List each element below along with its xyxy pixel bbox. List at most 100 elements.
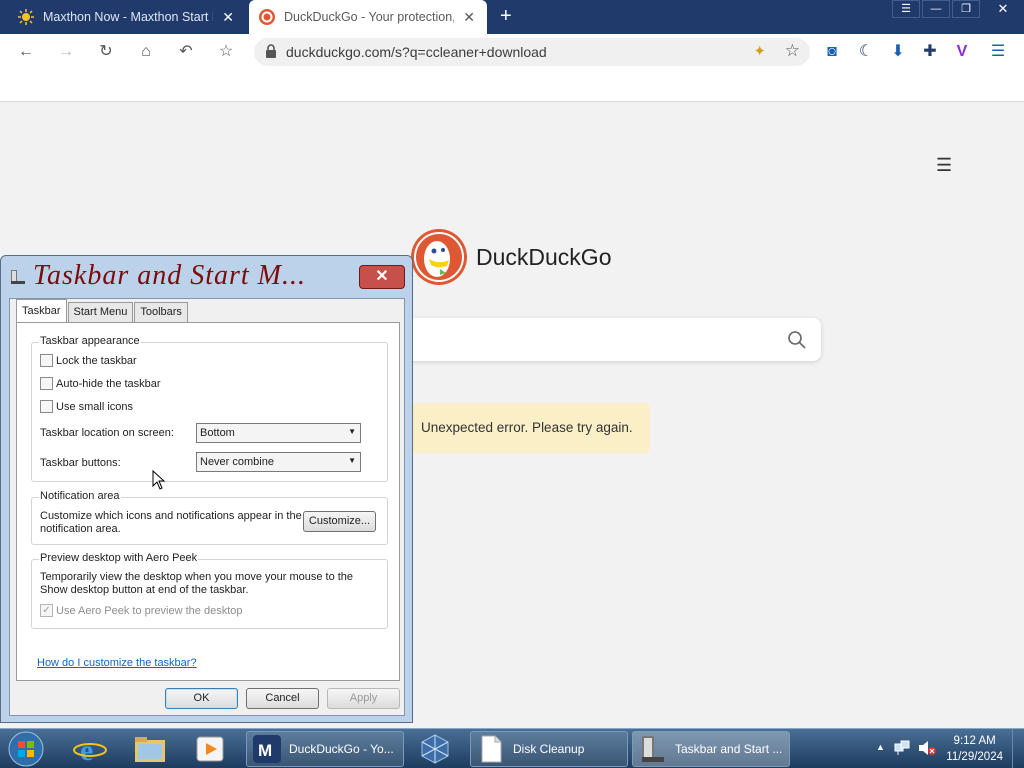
taskbar-properties-icon xyxy=(642,736,664,762)
browser-toolbar: ← → ↻ ⌂ ↶ ☆ duckduckgo.com/s?q=ccleaner+… xyxy=(0,34,1024,70)
sun-icon xyxy=(18,9,34,25)
location-label: Taskbar location on screen: xyxy=(40,427,174,439)
bookmark-bar xyxy=(0,70,1024,102)
taskbar-tab-panel: Taskbar appearance Lock the taskbar Auto… xyxy=(16,322,400,681)
internet-explorer-icon[interactable]: e xyxy=(72,732,108,766)
buttons-dropdown[interactable]: Never combine ▼ xyxy=(196,452,361,472)
task-label: Disk Cleanup xyxy=(513,742,585,756)
url-text: duckduckgo.com/s?q=ccleaner+download xyxy=(286,44,547,60)
tab-title: Maxthon Now - Maxthon Start P xyxy=(43,10,213,24)
address-bar[interactable]: duckduckgo.com/s?q=ccleaner+download ✦ ☆ xyxy=(254,38,810,66)
checkbox-label: Use Aero Peek to preview the desktop xyxy=(56,604,243,617)
ok-button[interactable]: OK xyxy=(165,688,238,709)
taskbar-properties-dialog: Taskbar and Start M... ✕ Taskbar Start M… xyxy=(0,255,413,723)
favorite-icon[interactable]: ☆ xyxy=(216,42,236,62)
screenshot-icon[interactable]: ◙ xyxy=(822,42,842,62)
minimize-icon[interactable]: — xyxy=(922,0,950,18)
translate-extension-icon[interactable]: ✦ xyxy=(753,42,766,60)
task-duckduckgo[interactable]: M DuckDuckGo - Yo... xyxy=(246,731,404,767)
notification-description: Customize which icons and notifications … xyxy=(40,510,302,535)
forward-icon[interactable]: → xyxy=(56,42,76,62)
tab-menu-icon[interactable]: ☰ xyxy=(892,0,920,18)
extensions-icon[interactable]: ✚ xyxy=(920,42,940,62)
checkbox-label: Lock the taskbar xyxy=(56,354,137,367)
new-tab-button[interactable]: + xyxy=(500,5,512,28)
dialog-body: Taskbar Start Menu Toolbars Taskbar appe… xyxy=(9,298,405,716)
file-explorer-icon[interactable] xyxy=(132,732,168,766)
clock-time: 9:12 AM xyxy=(953,735,996,747)
tab-start-menu[interactable]: Start Menu xyxy=(67,302,134,322)
task-disk-cleanup[interactable]: Disk Cleanup xyxy=(470,731,628,767)
dropdown-arrow-icon: ▼ xyxy=(348,427,356,436)
brand-name: DuckDuckGo xyxy=(476,244,612,270)
clock-date: 11/29/2024 xyxy=(946,751,1003,763)
volume-muted-icon[interactable] xyxy=(918,740,936,756)
search-icon[interactable] xyxy=(787,330,807,350)
tab-duckduckgo[interactable]: DuckDuckGo - Your protection, o ✕ xyxy=(249,0,487,34)
bookmark-star-icon[interactable]: ☆ xyxy=(785,41,800,61)
checkbox-box[interactable] xyxy=(40,400,53,413)
lock-taskbar-checkbox[interactable]: Lock the taskbar xyxy=(40,354,137,367)
dialog-close-button[interactable]: ✕ xyxy=(359,265,405,289)
task-taskbar-start-menu[interactable]: Taskbar and Start ... xyxy=(632,731,790,767)
dropdown-arrow-icon: ▼ xyxy=(348,456,356,465)
lock-icon xyxy=(266,44,276,58)
auto-hide-checkbox[interactable]: Auto-hide the taskbar xyxy=(40,377,161,390)
task-label: DuckDuckGo - Yo... xyxy=(289,742,394,756)
hamburger-menu-icon[interactable]: ☰ xyxy=(936,155,952,176)
checkbox-box[interactable] xyxy=(40,377,53,390)
aero-description: Temporarily view the desktop when you mo… xyxy=(40,571,354,596)
v-icon[interactable]: V xyxy=(952,42,972,62)
restore-icon[interactable]: ❐ xyxy=(952,0,980,18)
close-tab-icon[interactable]: ✕ xyxy=(222,9,234,26)
mouse-cursor-icon xyxy=(152,470,166,490)
tab-title: DuckDuckGo - Your protection, o xyxy=(284,10,454,24)
duckduckgo-favicon-icon xyxy=(259,9,275,25)
virtualbox-icon[interactable] xyxy=(417,732,453,766)
close-window-icon[interactable]: ✕ xyxy=(982,0,1024,18)
clock[interactable]: 9:12 AM 11/29/2024 xyxy=(946,733,1003,765)
show-hidden-icons-icon[interactable]: ▲ xyxy=(876,742,885,752)
dropdown-value: Bottom xyxy=(200,427,235,439)
notification-area-group: Notification area Customize which icons … xyxy=(31,490,388,545)
group-label: Taskbar appearance xyxy=(39,335,141,347)
taskbar-properties-icon xyxy=(11,270,25,284)
checkbox-box[interactable]: ✓ xyxy=(40,604,53,617)
show-desktop-button[interactable] xyxy=(1012,729,1024,768)
customize-button[interactable]: Customize... xyxy=(303,511,376,532)
taskbar-appearance-group: Taskbar appearance Lock the taskbar Auto… xyxy=(31,335,388,482)
start-button-icon[interactable] xyxy=(7,731,45,767)
document-icon xyxy=(481,735,502,763)
home-icon[interactable]: ⌂ xyxy=(136,42,156,62)
network-icon[interactable] xyxy=(894,740,910,756)
night-mode-icon[interactable]: ☾ xyxy=(856,42,876,62)
tab-maxthon-now[interactable]: Maxthon Now - Maxthon Start P ✕ xyxy=(0,0,246,34)
location-dropdown[interactable]: Bottom ▼ xyxy=(196,423,361,443)
checkbox-label: Auto-hide the taskbar xyxy=(56,377,161,390)
search-input[interactable] xyxy=(405,318,821,361)
task-label: Taskbar and Start ... xyxy=(675,742,783,756)
media-player-icon[interactable] xyxy=(192,732,228,766)
error-message: Unexpected error. Please try again. xyxy=(405,403,650,453)
help-link[interactable]: How do I customize the taskbar? xyxy=(37,657,197,669)
tab-toolbars[interactable]: Toolbars xyxy=(134,302,188,322)
svg-text:e: e xyxy=(80,734,93,766)
undo-icon[interactable]: ↶ xyxy=(176,42,196,62)
aero-peek-checkbox[interactable]: ✓ Use Aero Peek to preview the desktop xyxy=(40,604,243,617)
buttons-label: Taskbar buttons: xyxy=(40,457,121,469)
browser-tab-strip: Maxthon Now - Maxthon Start P ✕ DuckDuck… xyxy=(0,0,1024,34)
back-icon[interactable]: ← xyxy=(16,42,36,62)
duckduckgo-logo-icon xyxy=(411,229,467,285)
cancel-button[interactable]: Cancel xyxy=(246,688,319,709)
close-tab-icon[interactable]: ✕ xyxy=(463,9,475,26)
small-icons-checkbox[interactable]: Use small icons xyxy=(40,400,133,413)
reload-icon[interactable]: ↻ xyxy=(96,42,116,62)
window-controls: ☰ — ❐ ✕ xyxy=(890,0,1024,18)
menu-icon[interactable]: ☰ xyxy=(988,42,1008,62)
tab-taskbar[interactable]: Taskbar xyxy=(16,299,67,322)
apply-button[interactable]: Apply xyxy=(327,688,400,709)
checkbox-label: Use small icons xyxy=(56,400,134,413)
dialog-title: Taskbar and Start M... xyxy=(33,260,307,291)
download-icon[interactable]: ⬇ xyxy=(888,42,908,62)
checkbox-box[interactable] xyxy=(40,354,53,367)
